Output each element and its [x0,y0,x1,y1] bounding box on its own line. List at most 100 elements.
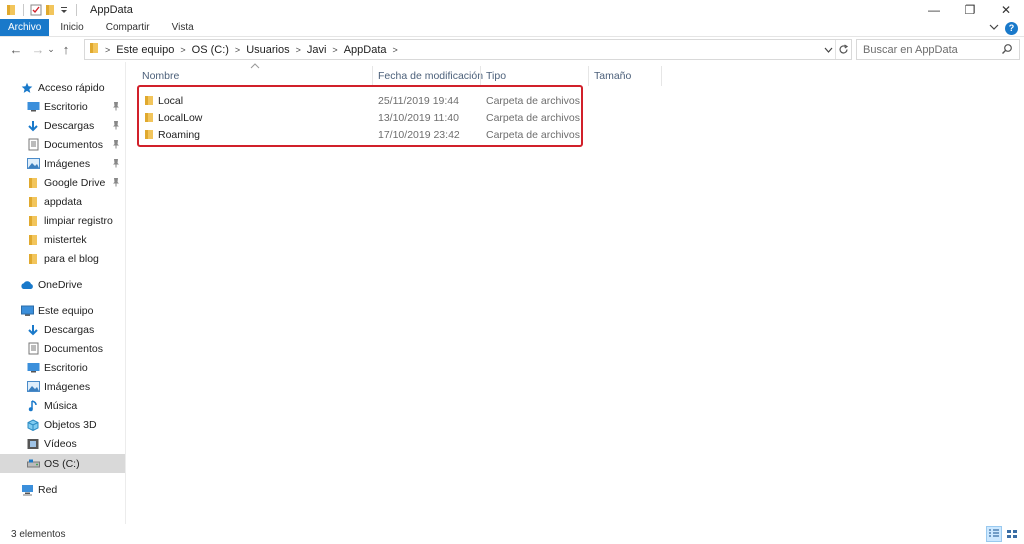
breadcrumb-usuarios[interactable]: Usuarios [246,44,289,56]
navigation-pane: Acceso rápido Escritorio Descargas Docum… [0,62,126,524]
search-placeholder: Buscar en AppData [863,43,958,56]
pin-icon[interactable] [112,177,120,190]
sidebar-item-este-equipo[interactable]: Este equipo [0,301,125,320]
sidebar-item-google-drive[interactable]: Google Drive [0,173,125,192]
breadcrumb-este-equipo[interactable]: Este equipo [116,44,174,56]
window-controls: — ❐ ✕ [916,0,1024,19]
sidebar-item-label: Vídeos [44,437,77,450]
music-icon [26,399,40,413]
item-count: 3 elementos [11,528,66,540]
sidebar-item-onedrive[interactable]: OneDrive [0,275,125,294]
address-bar[interactable]: > Este equipo > OS (C:) > Usuarios > Jav… [84,39,852,60]
sidebar-item-label: Descargas [44,119,95,132]
sidebar-item-pc-escritorio[interactable]: Escritorio [0,358,125,377]
folder-icon [26,233,40,247]
sidebar-item-mistertek[interactable]: mistertek [0,230,125,249]
close-button[interactable]: ✕ [988,0,1024,19]
sidebar-item-pc-videos[interactable]: Vídeos [0,434,125,453]
sidebar-item-label: Google Drive [44,176,106,189]
video-icon [26,437,40,451]
pin-icon[interactable] [112,139,120,152]
forward-button[interactable]: → [30,40,46,60]
folder-icon [26,176,40,190]
drive-icon [26,457,40,471]
breadcrumb-javi[interactable]: Javi [307,44,327,56]
quick-access-toolbar [0,0,82,19]
highlight-box [137,85,583,147]
cloud-icon [20,278,34,292]
large-icons-view-icon[interactable] [1004,526,1020,542]
sidebar-item-escritorio[interactable]: Escritorio [0,97,125,116]
sidebar-item-appdata[interactable]: appdata [0,192,125,211]
column-header-tamano[interactable]: Tamaño [594,66,631,86]
pin-icon[interactable] [112,101,120,114]
window-title: AppData [90,3,133,16]
sidebar-item-descargas[interactable]: Descargas [0,116,125,135]
pin-icon[interactable] [112,158,120,171]
pictures-icon [26,380,40,394]
sidebar-item-pc-imagenes[interactable]: Imágenes [0,377,125,396]
ribbon-right: ? [989,19,1018,37]
refresh-icon[interactable] [835,40,851,59]
sidebar-item-documentos[interactable]: Documentos [0,135,125,154]
sidebar-item-para-el-blog[interactable]: para el blog [0,249,125,268]
sidebar-item-acceso-rapido[interactable]: Acceso rápido [0,78,125,97]
tab-inicio[interactable]: Inicio [49,19,94,36]
chevron-right-icon[interactable]: > [393,45,398,55]
chevron-right-icon[interactable]: > [296,45,301,55]
breadcrumb-appdata[interactable]: AppData [344,44,387,56]
sidebar-item-pc-os-c[interactable]: OS (C:) [0,454,125,473]
minimize-button[interactable]: — [916,0,952,19]
sidebar-item-label: para el blog [44,252,99,265]
folder-icon [4,2,18,18]
sidebar-item-red[interactable]: Red [0,480,125,499]
recent-locations-button[interactable]: ⌄ [46,40,56,60]
folder-icon [26,195,40,209]
tab-archivo[interactable]: Archivo [0,19,50,36]
view-toggle [986,526,1020,542]
chevron-right-icon[interactable]: > [332,45,337,55]
properties-icon[interactable] [29,2,43,18]
sidebar-item-limpiar-registro[interactable]: limpiar registro [0,211,125,230]
sidebar-item-pc-musica[interactable]: Música [0,396,125,415]
sidebar-item-label: mistertek [44,233,87,246]
column-header-tipo[interactable]: Tipo [486,66,506,86]
breadcrumb-os-c[interactable]: OS (C:) [192,44,229,56]
sidebar-item-pc-descargas[interactable]: Descargas [0,320,125,339]
status-bar: 3 elementos [0,524,1024,544]
sidebar-item-imagenes[interactable]: Imágenes [0,154,125,173]
sidebar-item-label: Documentos [44,342,103,355]
restore-button[interactable]: ❐ [952,0,988,19]
desktop-icon [26,100,40,114]
column-header-nombre[interactable]: Nombre [142,66,179,86]
address-actions [821,40,851,59]
column-divider[interactable] [480,66,481,86]
back-button[interactable]: ← [8,40,24,60]
up-button[interactable]: ↑ [58,40,74,60]
sidebar-item-label: Música [44,399,78,412]
pin-icon[interactable] [112,120,120,133]
desktop-icon [26,361,40,375]
sidebar-item-label: appdata [44,195,82,208]
search-icon[interactable] [1001,43,1013,58]
column-header-fecha[interactable]: Fecha de modificación [378,66,483,86]
column-divider[interactable] [661,66,662,86]
new-folder-icon[interactable] [43,2,57,18]
expand-ribbon-icon[interactable] [989,22,999,34]
chevron-right-icon[interactable]: > [235,45,240,55]
search-input[interactable]: Buscar en AppData [856,39,1020,60]
tab-vista[interactable]: Vista [161,19,205,36]
sidebar-item-pc-objetos-3d[interactable]: Objetos 3D [0,415,125,434]
sort-indicator-icon [250,62,260,71]
documents-icon [26,342,40,356]
help-icon[interactable]: ? [1005,21,1018,35]
details-view-icon[interactable] [986,526,1002,542]
tab-compartir[interactable]: Compartir [95,19,161,36]
customize-toolbar-icon[interactable] [57,2,71,18]
chevron-right-icon[interactable]: > [180,45,185,55]
sidebar-item-pc-documentos[interactable]: Documentos [0,339,125,358]
column-divider[interactable] [372,66,373,86]
chevron-down-icon[interactable] [821,40,835,59]
column-divider[interactable] [588,66,589,86]
sidebar-item-label: OneDrive [38,278,83,291]
